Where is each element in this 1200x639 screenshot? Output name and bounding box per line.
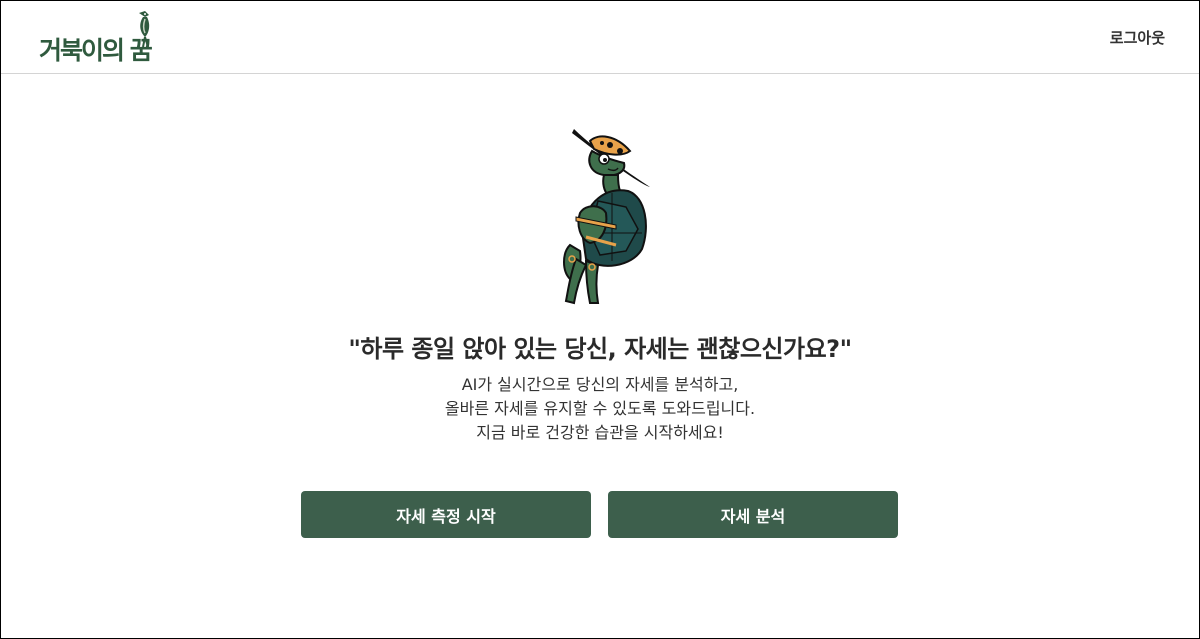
posture-analysis-button[interactable]: 자세 분석 <box>608 491 898 538</box>
logo[interactable]: 거북이의 꿈 <box>37 9 177 67</box>
turtle-illustration <box>563 129 650 305</box>
headline: "하루 종일 앉아 있는 당신, 자세는 괜찮으신가요?" <box>348 335 852 363</box>
bird-icon <box>139 11 150 48</box>
start-measurement-button[interactable]: 자세 측정 시작 <box>301 491 591 538</box>
description-line-1: AI가 실시간으로 당신의 자세를 분석하고, <box>461 375 739 394</box>
top-header: 거북이의 꿈 로그아웃 <box>1 1 1199 74</box>
description-line-3: 지금 바로 건강한 습관을 시작하세요! <box>476 423 724 442</box>
logout-link[interactable]: 로그아웃 <box>1110 27 1165 48</box>
description-line-2: 올바른 자세를 유지할 수 있도록 도와드립니다. <box>444 399 756 418</box>
app-window: 거북이의 꿈 로그아웃 "하루 종일 앉아 있는 당신, 자세는 괜찮으신가요?… <box>0 0 1200 639</box>
description: AI가 실시간으로 당신의 자세를 분석하고, 올바른 자세를 유지할 수 있도… <box>1 373 1199 445</box>
